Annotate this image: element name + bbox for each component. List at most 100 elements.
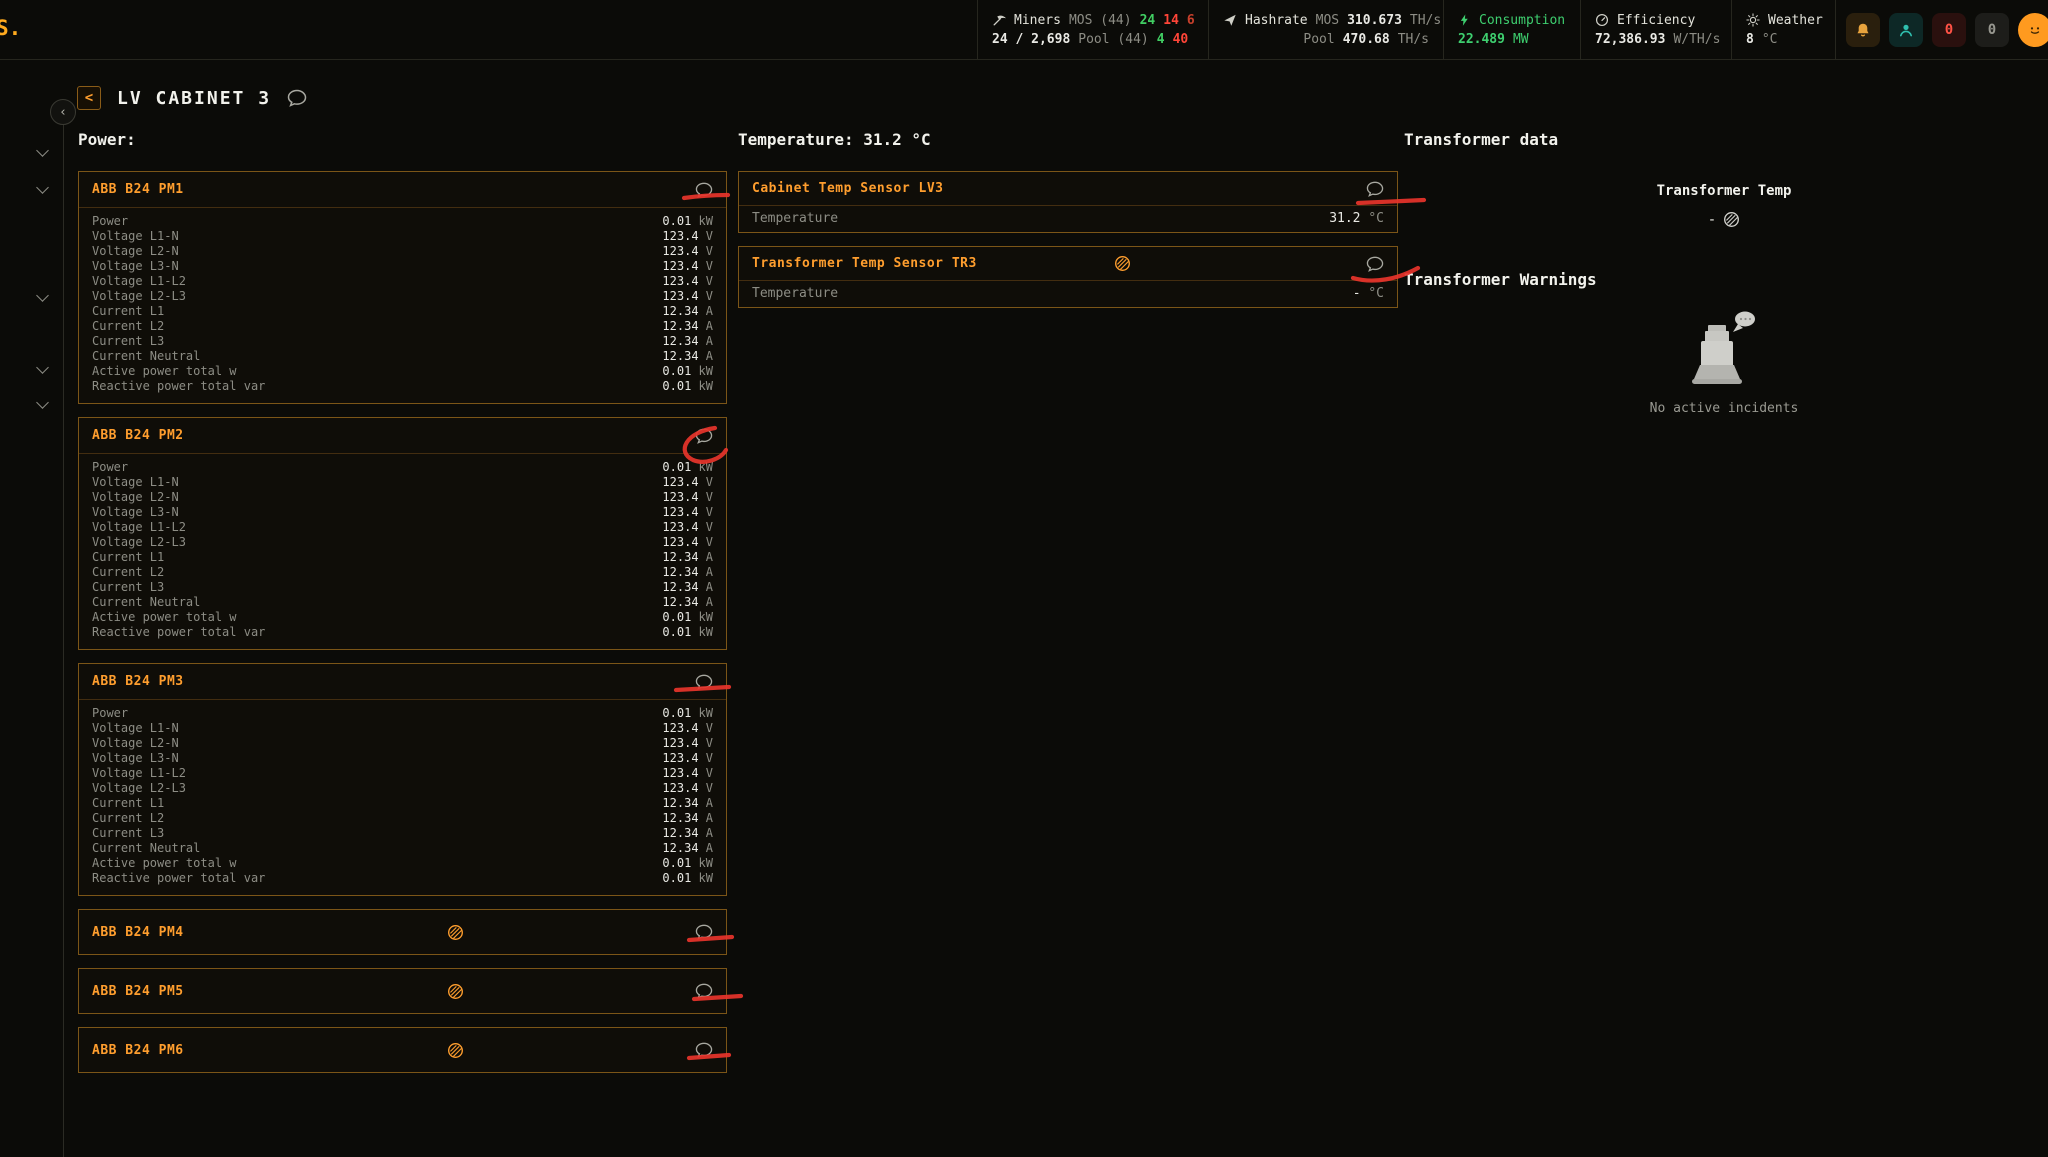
temperature-panel-1: Cabinet Temp Sensor LV3Temperature31.2 °… (738, 171, 1398, 233)
metric-unit: A (699, 811, 713, 825)
alert-count: 0 (1945, 22, 1953, 38)
header-hashrate[interactable]: Hashrate MOS 310.673 TH/s Pool 470.68 TH… (1208, 0, 1443, 59)
metric-label: Voltage L1-L2 (92, 520, 186, 535)
power-panel-4: ABB B24 PM4 (78, 909, 727, 955)
user-avatar[interactable] (2018, 13, 2048, 47)
warning-icon (1114, 255, 1131, 272)
metric-unit: A (699, 349, 713, 363)
panel-title: ABB B24 PM3 (92, 674, 457, 689)
metric-value: 123.4 V (662, 535, 713, 550)
metric-value: 123.4 V (662, 520, 713, 535)
miners-pool-error: 40 (1173, 32, 1189, 47)
comment-icon[interactable] (695, 1042, 713, 1058)
metric-unit: V (699, 766, 713, 780)
miners-mos-warn: 14 (1163, 13, 1179, 28)
comment-icon[interactable] (695, 674, 713, 690)
sidebar-chevron-3[interactable] (36, 289, 49, 302)
miners-mos-ok: 24 (1140, 13, 1156, 28)
sidebar-chevron-4[interactable] (36, 361, 49, 374)
page-title-row: < LV CABINET 3 (77, 86, 307, 110)
metric-number: 0.01 (662, 856, 691, 870)
transformer-column: Transformer data Transformer Temp - Tran… (1404, 130, 2044, 416)
metric-row: Active power total w0.01 kW (92, 610, 713, 625)
metric-label: Voltage L2-L3 (92, 781, 186, 796)
weather-label: Weather (1768, 13, 1823, 28)
metric-value: 0.01 kW (662, 625, 713, 640)
panel-rows: Power0.01 kWVoltage L1-N123.4 VVoltage L… (79, 700, 726, 895)
metric-row: Current L312.34 A (92, 334, 713, 349)
metric-value: 0.01 kW (662, 856, 713, 871)
panel-header: ABB B24 PM4 (79, 910, 726, 954)
muted-count-button[interactable]: 0 (1975, 13, 2009, 47)
comment-icon[interactable] (695, 182, 713, 198)
page-comment-icon[interactable] (287, 89, 307, 107)
metric-number: 123.4 (662, 781, 698, 795)
panel-rows: Power0.01 kWVoltage L1-N123.4 VVoltage L… (79, 208, 726, 403)
metric-label: Active power total w (92, 364, 237, 379)
header-efficiency[interactable]: Efficiency 72,386.93 W/TH/s (1580, 0, 1731, 59)
panel-title: ABB B24 PM1 (92, 182, 457, 197)
header-weather[interactable]: Weather 8 °C (1731, 0, 1835, 59)
metric-label: Current Neutral (92, 595, 200, 610)
notifications-button[interactable] (1846, 13, 1880, 47)
sidebar-chevron-2[interactable] (36, 181, 49, 194)
operators-button[interactable] (1889, 13, 1923, 47)
sidebar-collapse-button[interactable]: ‹ (50, 99, 76, 125)
temperature-panel-2: Transformer Temp Sensor TR3Temperature- … (738, 246, 1398, 308)
comment-icon[interactable] (1366, 256, 1384, 272)
metric-unit: A (699, 550, 713, 564)
panel-title: Transformer Temp Sensor TR3 (752, 256, 1114, 271)
metric-label: Current Neutral (92, 841, 200, 856)
metric-unit: A (699, 826, 713, 840)
metric-value: 0.01 kW (662, 214, 713, 229)
metric-number: 12.34 (662, 349, 698, 363)
metric-label: Current L1 (92, 796, 164, 811)
metric-number: 12.34 (662, 811, 698, 825)
power-panel-2: ABB B24 PM2Power0.01 kWVoltage L1-N123.4… (78, 417, 727, 650)
brand-logo[interactable]: S. (0, 16, 21, 40)
back-button[interactable]: < (77, 86, 101, 110)
comment-icon[interactable] (695, 428, 713, 444)
metric-value: 123.4 V (662, 766, 713, 781)
metric-value: - °C (1353, 281, 1384, 307)
metric-label: Current L3 (92, 826, 164, 841)
metric-value: 123.4 V (662, 781, 713, 796)
metric-unit: V (699, 229, 713, 243)
miners-label: Miners (1014, 13, 1061, 28)
power-panel-6: ABB B24 PM6 (78, 1027, 727, 1073)
comment-icon[interactable] (695, 983, 713, 999)
comment-icon[interactable] (1366, 181, 1384, 197)
metric-value: 123.4 V (662, 475, 713, 490)
metric-value: 0.01 kW (662, 364, 713, 379)
header-miners[interactable]: Miners MOS (44) 24 14 6 24 / 2,698 Pool … (977, 0, 1208, 59)
panel-title: ABB B24 PM6 (92, 1043, 447, 1058)
metric-value: 123.4 V (662, 259, 713, 274)
hashrate-pool-unit: TH/s (1398, 32, 1429, 47)
metric-label: Voltage L2-N (92, 490, 179, 505)
metric-unit: A (699, 565, 713, 579)
header-stats: Miners MOS (44) 24 14 6 24 / 2,698 Pool … (977, 0, 2048, 59)
efficiency-gauge-icon (1595, 13, 1609, 27)
sidebar-chevron-1[interactable] (36, 144, 49, 157)
metric-row: Voltage L2-L3123.4 V (92, 535, 713, 550)
metric-number: 123.4 (662, 721, 698, 735)
consumption-bolt-icon (1458, 13, 1471, 27)
efficiency-label: Efficiency (1617, 13, 1695, 28)
metric-unit: kW (691, 856, 713, 870)
transformer-data-heading: Transformer data (1404, 130, 2044, 149)
person-icon (1898, 22, 1914, 38)
metric-row: Voltage L2-L3123.4 V (92, 289, 713, 304)
header-consumption[interactable]: Consumption 22.489 MW (1443, 0, 1580, 59)
metric-number: 12.34 (662, 319, 698, 333)
weather-sun-icon (1746, 13, 1760, 27)
metric-label: Active power total w (92, 610, 237, 625)
comment-icon[interactable] (695, 924, 713, 940)
transformer-robot-icon (1681, 303, 1767, 395)
metric-unit: V (699, 475, 713, 489)
metric-value: 123.4 V (662, 721, 713, 736)
metric-number: 12.34 (662, 565, 698, 579)
alerts-count-button[interactable]: 0 (1932, 13, 1966, 47)
metric-row: Current L112.34 A (92, 550, 713, 565)
sidebar-chevron-5[interactable] (36, 396, 49, 409)
temperature-heading: Temperature: 31.2 °C (738, 130, 1398, 149)
